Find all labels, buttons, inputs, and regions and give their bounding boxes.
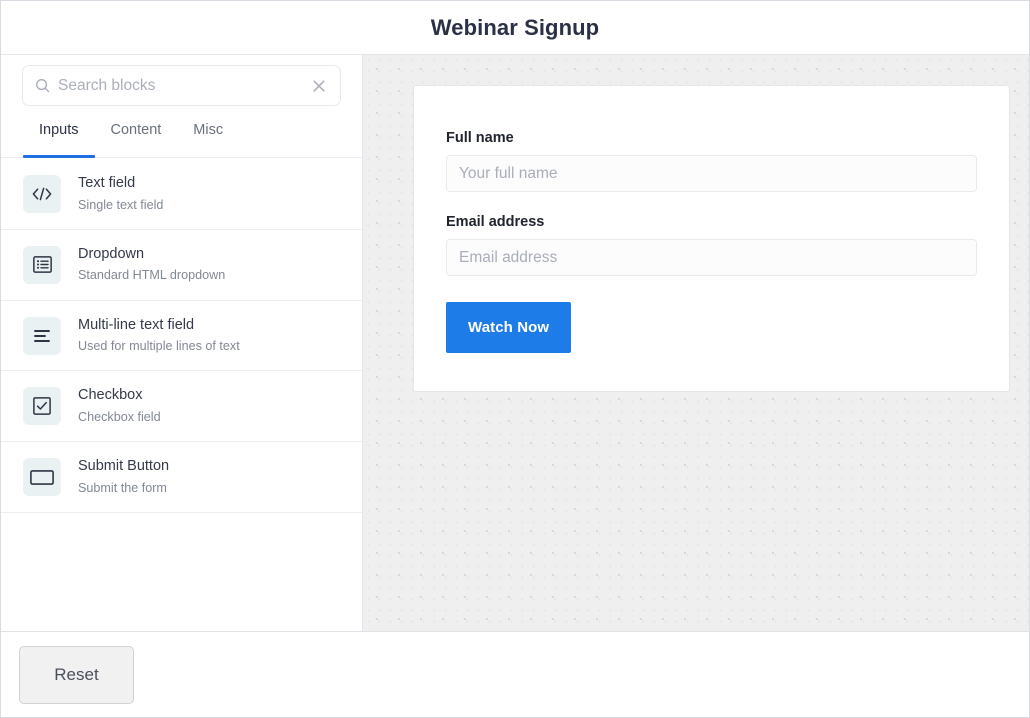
full-name-input[interactable] [446,155,977,192]
search-input[interactable] [58,76,304,95]
watch-now-button[interactable]: Watch Now [446,302,572,353]
app-body: Inputs Content Misc [1,55,1029,631]
form-builder-app: Webinar Signup Search blocks Inputs Cont… [0,0,1030,718]
close-icon[interactable] [310,77,328,95]
category-tabs: Inputs Content Misc [1,122,362,158]
reset-button[interactable]: Reset [19,645,134,704]
block-title: Multi-line text field [78,316,195,333]
search-box[interactable] [22,65,341,106]
block-text: Text field Single text field [78,174,163,214]
block-text: Checkbox Checkbox field [78,386,161,426]
list-box-icon [23,245,61,284]
page-title: Webinar Signup [430,14,600,40]
field-group-full-name: Full name [446,130,977,192]
block-item-checkbox[interactable]: Checkbox Checkbox field [1,371,362,443]
block-text: Dropdown Standard HTML dropdown [78,245,225,285]
app-footer: Reset [1,631,1029,717]
block-description: Checkbox field [78,410,161,424]
button-rectangle-icon [23,458,61,497]
code-brackets-icon [23,174,61,213]
block-title: Checkbox [78,387,143,404]
full-name-label: Full name [446,130,514,146]
app-header: Webinar Signup [1,1,1029,55]
tab-content-label: Content [110,122,162,138]
block-item-submit-button[interactable]: Submit Button Submit the form [1,442,362,514]
email-address-label: Email address [446,214,545,230]
tab-misc[interactable]: Misc [177,122,239,157]
block-description: Used for multiple lines of text [78,339,240,354]
block-text: Submit Button Submit the form [78,457,169,497]
block-title: Text field [78,175,136,191]
block-text: Multi-line text field Used for multiple … [78,316,240,356]
field-group-email-address: Email address [446,214,977,276]
block-title: Submit Button [78,458,170,475]
tab-inputs-label: Inputs [39,122,79,138]
form-preview-card: Full name Email address Watch Now [413,85,1010,392]
search-icon [35,78,50,93]
blocks-sidebar: Inputs Content Misc [1,55,363,631]
tab-inputs[interactable]: Inputs [23,122,95,158]
block-description: Single text field [78,197,164,212]
block-description: Standard HTML dropdown [78,268,226,283]
align-left-icon [23,316,61,355]
block-description: Submit the form [78,480,167,495]
block-title: Dropdown [78,245,145,262]
block-item-dropdown[interactable]: Dropdown Standard HTML dropdown [1,229,362,301]
email-address-input[interactable] [446,239,977,276]
block-item-multiline-text-field[interactable]: Multi-line text field Used for multiple … [1,300,362,372]
block-item-text-field[interactable]: Text field Single text field [1,159,362,230]
form-canvas[interactable]: Full name Email address Watch Now [363,55,1029,631]
block-list: Text field Single text field Dropdown St… [1,158,362,631]
tab-misc-label: Misc [193,122,224,138]
search-area [1,55,362,106]
checkbox-checked-icon [23,387,61,426]
tab-content[interactable]: Content [95,122,178,157]
